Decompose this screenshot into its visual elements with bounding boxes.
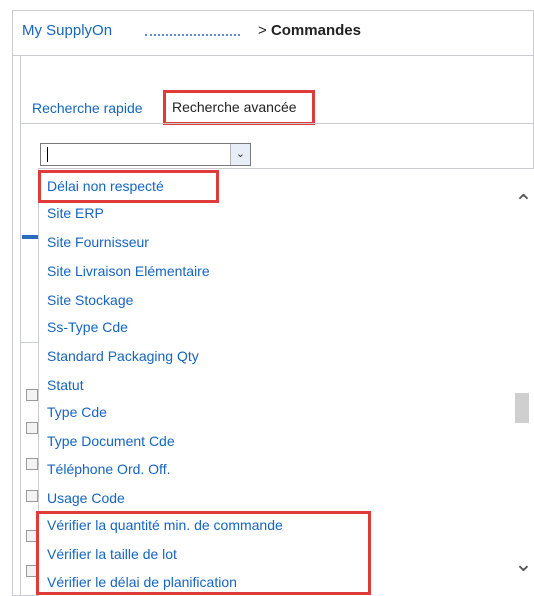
list-item[interactable]: Statut <box>47 372 84 398</box>
row-checkbox[interactable] <box>26 530 38 542</box>
chevron-up-icon[interactable]: ⌃ <box>512 191 534 215</box>
list-item[interactable]: Délai non respecté <box>47 173 164 199</box>
scrollbar-thumb[interactable] <box>515 393 529 423</box>
row-checkbox[interactable] <box>26 458 38 470</box>
list-item[interactable]: Usage Code <box>47 485 125 511</box>
breadcrumb-current-label: Commandes <box>270 22 361 39</box>
dropdown-scrollbar[interactable]: ⌃ ⌄ <box>512 169 534 596</box>
breadcrumb-link-placeholder <box>145 34 240 36</box>
list-item[interactable]: Type Document Cde <box>47 428 175 454</box>
list-item[interactable]: Vérifier le délai de planification <box>47 569 237 595</box>
list-item[interactable]: Site Livraison Elémentaire <box>47 258 210 284</box>
row-checkbox[interactable] <box>26 565 38 577</box>
list-item[interactable]: Site Fournisseur <box>47 229 149 255</box>
row-checkbox[interactable] <box>26 422 38 434</box>
criteria-dropdown-list: Délai non respecté Site ERP Site Fournis… <box>38 168 534 596</box>
list-item[interactable]: Type Cde <box>47 399 107 425</box>
list-item[interactable]: Standard Packaging Qty <box>47 343 199 369</box>
row-checkbox[interactable] <box>26 490 38 502</box>
list-item[interactable]: Site Stockage <box>47 287 133 313</box>
criteria-combobox[interactable]: ⌄ <box>40 143 251 166</box>
list-item[interactable]: Vérifier la taille de lot <box>47 541 177 567</box>
list-item[interactable]: Ss-Type Cde <box>47 314 128 340</box>
tab-advanced-search-label: Recherche avancée <box>172 99 297 115</box>
panel-border <box>20 124 21 596</box>
list-item[interactable]: Site ERP <box>47 200 104 226</box>
tab-quick-search[interactable]: Recherche rapide <box>32 100 143 116</box>
tab-divider <box>20 123 534 124</box>
breadcrumb-current: > Commandes <box>258 22 361 39</box>
breadcrumb-separator: > <box>258 22 267 39</box>
list-item[interactable]: Téléphone Ord. Off. <box>47 456 170 482</box>
list-item[interactable]: Vérifier la quantité min. de commande <box>47 512 283 538</box>
text-cursor <box>47 147 48 162</box>
background-tab-indicator <box>22 235 38 239</box>
chevron-down-icon[interactable]: ⌄ <box>230 144 250 165</box>
background-table-divider <box>20 342 40 343</box>
tab-advanced-search[interactable]: Recherche avancée <box>163 90 315 125</box>
chevron-down-icon[interactable]: ⌄ <box>512 552 534 576</box>
row-checkbox[interactable] <box>26 389 38 401</box>
breadcrumb-home-link[interactable]: My SupplyOn <box>22 22 112 39</box>
